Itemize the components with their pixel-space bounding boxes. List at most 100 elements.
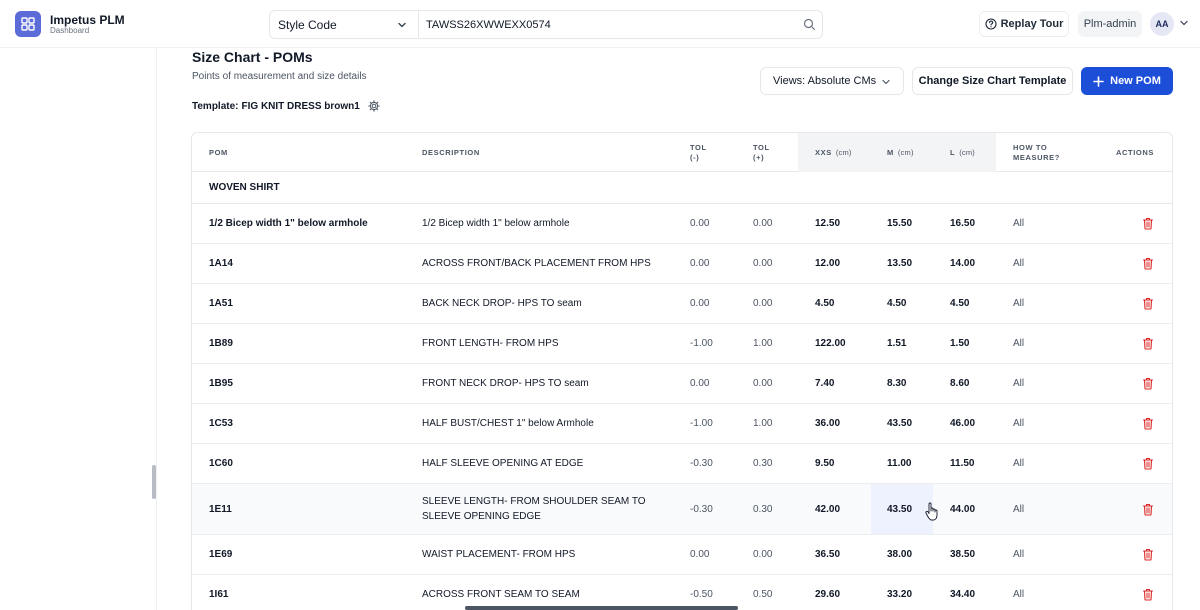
cell-tol-plus[interactable]: 0.50	[753, 575, 772, 610]
search-field-select[interactable]: Style Code	[270, 11, 419, 38]
cell-xxs[interactable]: 12.00	[815, 244, 840, 283]
cell-l[interactable]: 8.60	[950, 364, 969, 403]
cell-l[interactable]: 4.50	[950, 284, 969, 323]
cell-l[interactable]: 38.50	[950, 535, 975, 574]
cell-how-to-measure[interactable]: All	[1013, 244, 1024, 283]
cell-m[interactable]: 38.00	[887, 535, 912, 574]
cell-xxs[interactable]: 36.00	[815, 404, 840, 443]
table-row[interactable]: 1A14 ACROSS FRONT/BACK PLACEMENT FROM HPS…	[192, 244, 1172, 284]
cell-m[interactable]: 43.50	[887, 404, 912, 443]
cell-tol-minus[interactable]: 0.00	[690, 244, 709, 283]
header-pom[interactable]: POM	[209, 133, 228, 172]
cell-l[interactable]: 1.50	[950, 324, 969, 363]
cell-tol-minus[interactable]: -0.50	[690, 575, 713, 610]
cell-tol-plus[interactable]: 0.00	[753, 284, 772, 323]
cell-how-to-measure[interactable]: All	[1013, 204, 1024, 243]
cell-m[interactable]: 15.50	[887, 204, 912, 243]
cell-m[interactable]: 1.51	[887, 324, 906, 363]
cell-how-to-measure[interactable]: All	[1013, 444, 1024, 483]
search-input[interactable]	[420, 11, 800, 38]
cell-l[interactable]: 11.50	[950, 444, 974, 483]
cell-xxs[interactable]: 7.40	[815, 364, 834, 403]
delete-button[interactable]	[1142, 444, 1154, 483]
cell-tol-minus[interactable]: -1.00	[690, 404, 713, 443]
cell-tol-plus[interactable]: 1.00	[753, 324, 772, 363]
user-role-button[interactable]: Plm-admin	[1078, 11, 1142, 37]
cell-xxs[interactable]: 4.50	[815, 284, 834, 323]
cell-xxs[interactable]: 12.50	[815, 204, 840, 243]
cell-l[interactable]: 46.00	[950, 404, 975, 443]
cell-tol-minus[interactable]: -0.30	[690, 444, 713, 483]
header-tol-minus[interactable]: TOL (-)	[690, 133, 707, 172]
delete-button[interactable]	[1142, 284, 1154, 323]
cell-how-to-measure[interactable]: All	[1013, 364, 1024, 403]
change-template-button[interactable]: Change Size Chart Template	[912, 67, 1073, 95]
table-row[interactable]: 1E69 WAIST PLACEMENT- FROM HPS 0.00 0.00 36.…	[192, 535, 1172, 575]
cell-l[interactable]: 34.40	[950, 575, 975, 610]
chevron-down-icon[interactable]	[1179, 18, 1189, 28]
cell-l[interactable]: 16.50	[950, 204, 975, 243]
cell-m[interactable]: 11.00	[887, 444, 911, 483]
cell-tol-minus[interactable]: 0.00	[690, 284, 709, 323]
table-row[interactable]: 1C60 HALF SLEEVE OPENING AT EDGE -0.30 0.30…	[192, 444, 1172, 484]
cell-tol-plus[interactable]: 1.00	[753, 404, 772, 443]
table-row[interactable]: 1/2 Bicep width 1" below armhole 1/2 Bice…	[192, 204, 1172, 244]
table-row[interactable]: 1B89 FRONT LENGTH- FROM HPS -1.00 1.00 122.0…	[192, 324, 1172, 364]
table-row[interactable]: 1C53 HALF BUST/CHEST 1" below Armhole -1.0…	[192, 404, 1172, 444]
cell-tol-minus[interactable]: 0.00	[690, 204, 709, 243]
search-icon[interactable]	[803, 18, 816, 31]
new-pom-button[interactable]: New POM	[1081, 67, 1173, 95]
cell-tol-minus[interactable]: 0.00	[690, 535, 709, 574]
cell-m[interactable]: 33.20	[887, 575, 912, 610]
sidebar-scrollbar[interactable]	[152, 465, 156, 499]
replay-tour-button[interactable]: Replay Tour	[979, 11, 1069, 37]
cell-tol-minus[interactable]: -1.00	[690, 324, 713, 363]
gear-icon[interactable]	[368, 100, 380, 112]
delete-button[interactable]	[1142, 484, 1154, 534]
delete-button[interactable]	[1142, 535, 1154, 574]
delete-button[interactable]	[1142, 244, 1154, 283]
delete-button[interactable]	[1142, 575, 1154, 610]
cell-tol-plus[interactable]: 0.00	[753, 244, 772, 283]
header-tol-plus[interactable]: TOL (+)	[753, 133, 770, 172]
cell-l[interactable]: 14.00	[950, 244, 975, 283]
cell-xxs[interactable]: 9.50	[815, 444, 834, 483]
delete-button[interactable]	[1142, 404, 1154, 443]
table-row[interactable]: 1E11 SLEEVE LENGTH- FROM SHOULDER SEAM TO…	[192, 484, 1172, 535]
delete-button[interactable]	[1142, 324, 1154, 363]
cell-tol-plus[interactable]: 0.30	[753, 444, 772, 483]
cell-m[interactable]: 13.50	[887, 244, 912, 283]
avatar[interactable]: AA	[1150, 12, 1174, 36]
cell-how-to-measure[interactable]: All	[1013, 284, 1024, 323]
header-how-to-measure[interactable]: HOW TO MEASURE?	[1013, 133, 1060, 172]
cell-tol-plus[interactable]: 0.30	[753, 484, 772, 534]
table-row[interactable]: 1B95 FRONT NECK DROP- HPS TO seam 0.00 0.00…	[192, 364, 1172, 404]
header-xxs[interactable]: XXS (cm)	[815, 133, 852, 172]
cell-tol-plus[interactable]: 0.00	[753, 364, 772, 403]
cell-how-to-measure[interactable]: All	[1013, 575, 1024, 610]
cell-how-to-measure[interactable]: All	[1013, 535, 1024, 574]
header-l[interactable]: L (cm)	[950, 133, 975, 172]
cell-xxs[interactable]: 36.50	[815, 535, 840, 574]
cell-tol-minus[interactable]: 0.00	[690, 364, 709, 403]
cell-m[interactable]: 8.30	[887, 364, 906, 403]
cell-how-to-measure[interactable]: All	[1013, 404, 1024, 443]
cell-how-to-measure[interactable]: All	[1013, 324, 1024, 363]
header-description[interactable]: DESCRIPTION	[422, 133, 480, 172]
delete-button[interactable]	[1142, 364, 1154, 403]
table-row[interactable]: 1A51 BACK NECK DROP- HPS TO seam 0.00 0.00 4…	[192, 284, 1172, 324]
cell-xxs[interactable]: 29.60	[815, 575, 840, 610]
cell-xxs[interactable]: 42.00	[815, 484, 840, 534]
header-m[interactable]: M (cm)	[887, 133, 914, 172]
views-select[interactable]: Views: Absolute CMs	[760, 67, 904, 95]
cell-l[interactable]: 44.00	[950, 484, 975, 534]
app-logo-icon[interactable]	[15, 11, 41, 37]
cell-tol-minus[interactable]: -0.30	[690, 484, 713, 534]
cell-tol-plus[interactable]: 0.00	[753, 535, 772, 574]
cell-how-to-measure[interactable]: All	[1013, 484, 1024, 534]
table-row[interactable]: 1I61 ACROSS FRONT SEAM TO SEAM -0.50 0.50 29…	[192, 575, 1172, 610]
cell-m[interactable]: 4.50	[887, 284, 906, 323]
cell-xxs[interactable]: 122.00	[815, 324, 846, 363]
horizontal-scrollbar[interactable]	[465, 606, 738, 610]
delete-button[interactable]	[1142, 204, 1154, 243]
